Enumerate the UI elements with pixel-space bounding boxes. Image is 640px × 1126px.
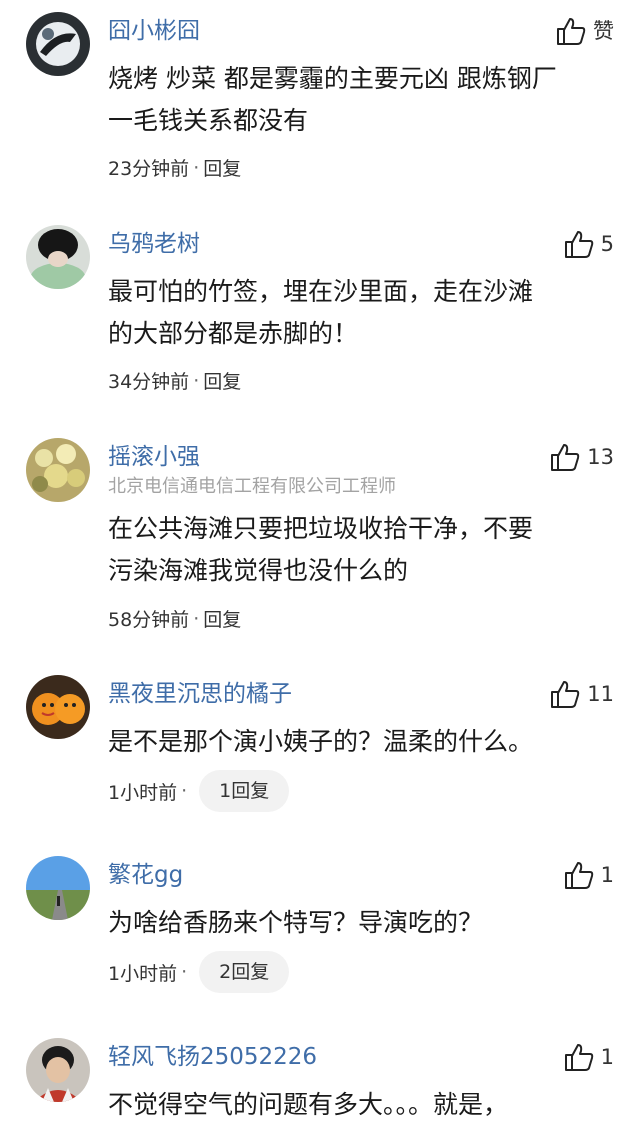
like-count: 1 <box>600 862 614 887</box>
avatar[interactable] <box>26 856 90 920</box>
user-title: 北京电信通电信工程有限公司工程师 <box>108 476 396 497</box>
avatar[interactable] <box>26 225 90 289</box>
like-count: 1 <box>600 1044 614 1069</box>
thumbs-up-icon <box>549 442 581 472</box>
separator: · <box>181 780 188 802</box>
comment-text: 在公共海滩只要把垃圾收拾干净，不要 污染海滩我觉得也没什么的 <box>108 514 534 585</box>
like-button[interactable]: 5 <box>563 229 614 259</box>
reply-count-button[interactable]: 1回复 <box>199 770 290 812</box>
comment-text: 不觉得空气的问题有多大。。。就是， <box>108 1090 509 1119</box>
reply-link[interactable]: 回复 <box>203 605 241 632</box>
comment-meta: 58分钟前 · 回复 <box>108 605 241 632</box>
timestamp: 1小时前 <box>108 962 178 985</box>
like-count: 11 <box>587 681 614 706</box>
separator: · <box>193 369 200 392</box>
username[interactable]: 囧小彬囧 <box>108 20 200 43</box>
comment-meta: 34分钟前 · 回复 <box>108 367 241 394</box>
comment-meta: 23分钟前 · 回复 <box>108 154 241 181</box>
comment-text: 为啥给香肠来个特写？导演吃的？ <box>108 908 484 937</box>
thumbs-up-icon <box>563 1042 595 1072</box>
thumbs-up-icon <box>549 679 581 709</box>
like-button[interactable]: 13 <box>549 442 614 472</box>
timestamp: 1小时前 <box>108 781 178 804</box>
avatar[interactable] <box>26 438 90 502</box>
thumbs-up-icon <box>555 16 587 46</box>
username[interactable]: 繁花gg <box>108 864 183 887</box>
reply-link[interactable]: 回复 <box>203 367 241 394</box>
username[interactable]: 摇滚小强 <box>108 446 200 469</box>
avatar[interactable] <box>26 1038 90 1102</box>
thumbs-up-icon <box>563 229 595 259</box>
separator: · <box>181 961 188 983</box>
comment-meta: 1小时前 · 1回复 <box>108 770 290 812</box>
like-button[interactable]: 1 <box>563 1042 614 1072</box>
reply-link[interactable]: 回复 <box>203 154 241 181</box>
timestamp: 58分钟前 <box>108 609 190 631</box>
like-count: 5 <box>600 231 614 256</box>
comment-text: 是不是那个演小姨子的？温柔的什么。 <box>108 727 534 756</box>
like-count: 赞 <box>593 18 614 43</box>
username[interactable]: 黑夜里沉思的橘子 <box>108 683 292 706</box>
separator: · <box>193 607 200 630</box>
like-count: 13 <box>587 444 614 469</box>
avatar[interactable] <box>26 675 90 739</box>
like-button[interactable]: 11 <box>549 679 614 709</box>
reply-count-button[interactable]: 2回复 <box>199 951 290 993</box>
username[interactable]: 乌鸦老树 <box>108 233 200 256</box>
separator: · <box>193 156 200 179</box>
timestamp: 34分钟前 <box>108 371 190 393</box>
username[interactable]: 轻风飞扬25052226 <box>108 1046 317 1069</box>
like-button[interactable]: 1 <box>563 860 614 890</box>
comment-meta: 1小时前 · 2回复 <box>108 951 290 993</box>
comment-text: 烧烤 炒菜 都是雾霾的主要元凶 跟炼钢厂 一毛钱关系都没有 <box>108 64 557 135</box>
avatar[interactable] <box>26 12 90 76</box>
comment-text: 最可怕的竹签，埋在沙里面，走在沙滩 的大部分都是赤脚的！ <box>108 277 534 348</box>
thumbs-up-icon <box>563 860 595 890</box>
like-button[interactable]: 赞 <box>555 16 614 46</box>
timestamp: 23分钟前 <box>108 158 190 180</box>
